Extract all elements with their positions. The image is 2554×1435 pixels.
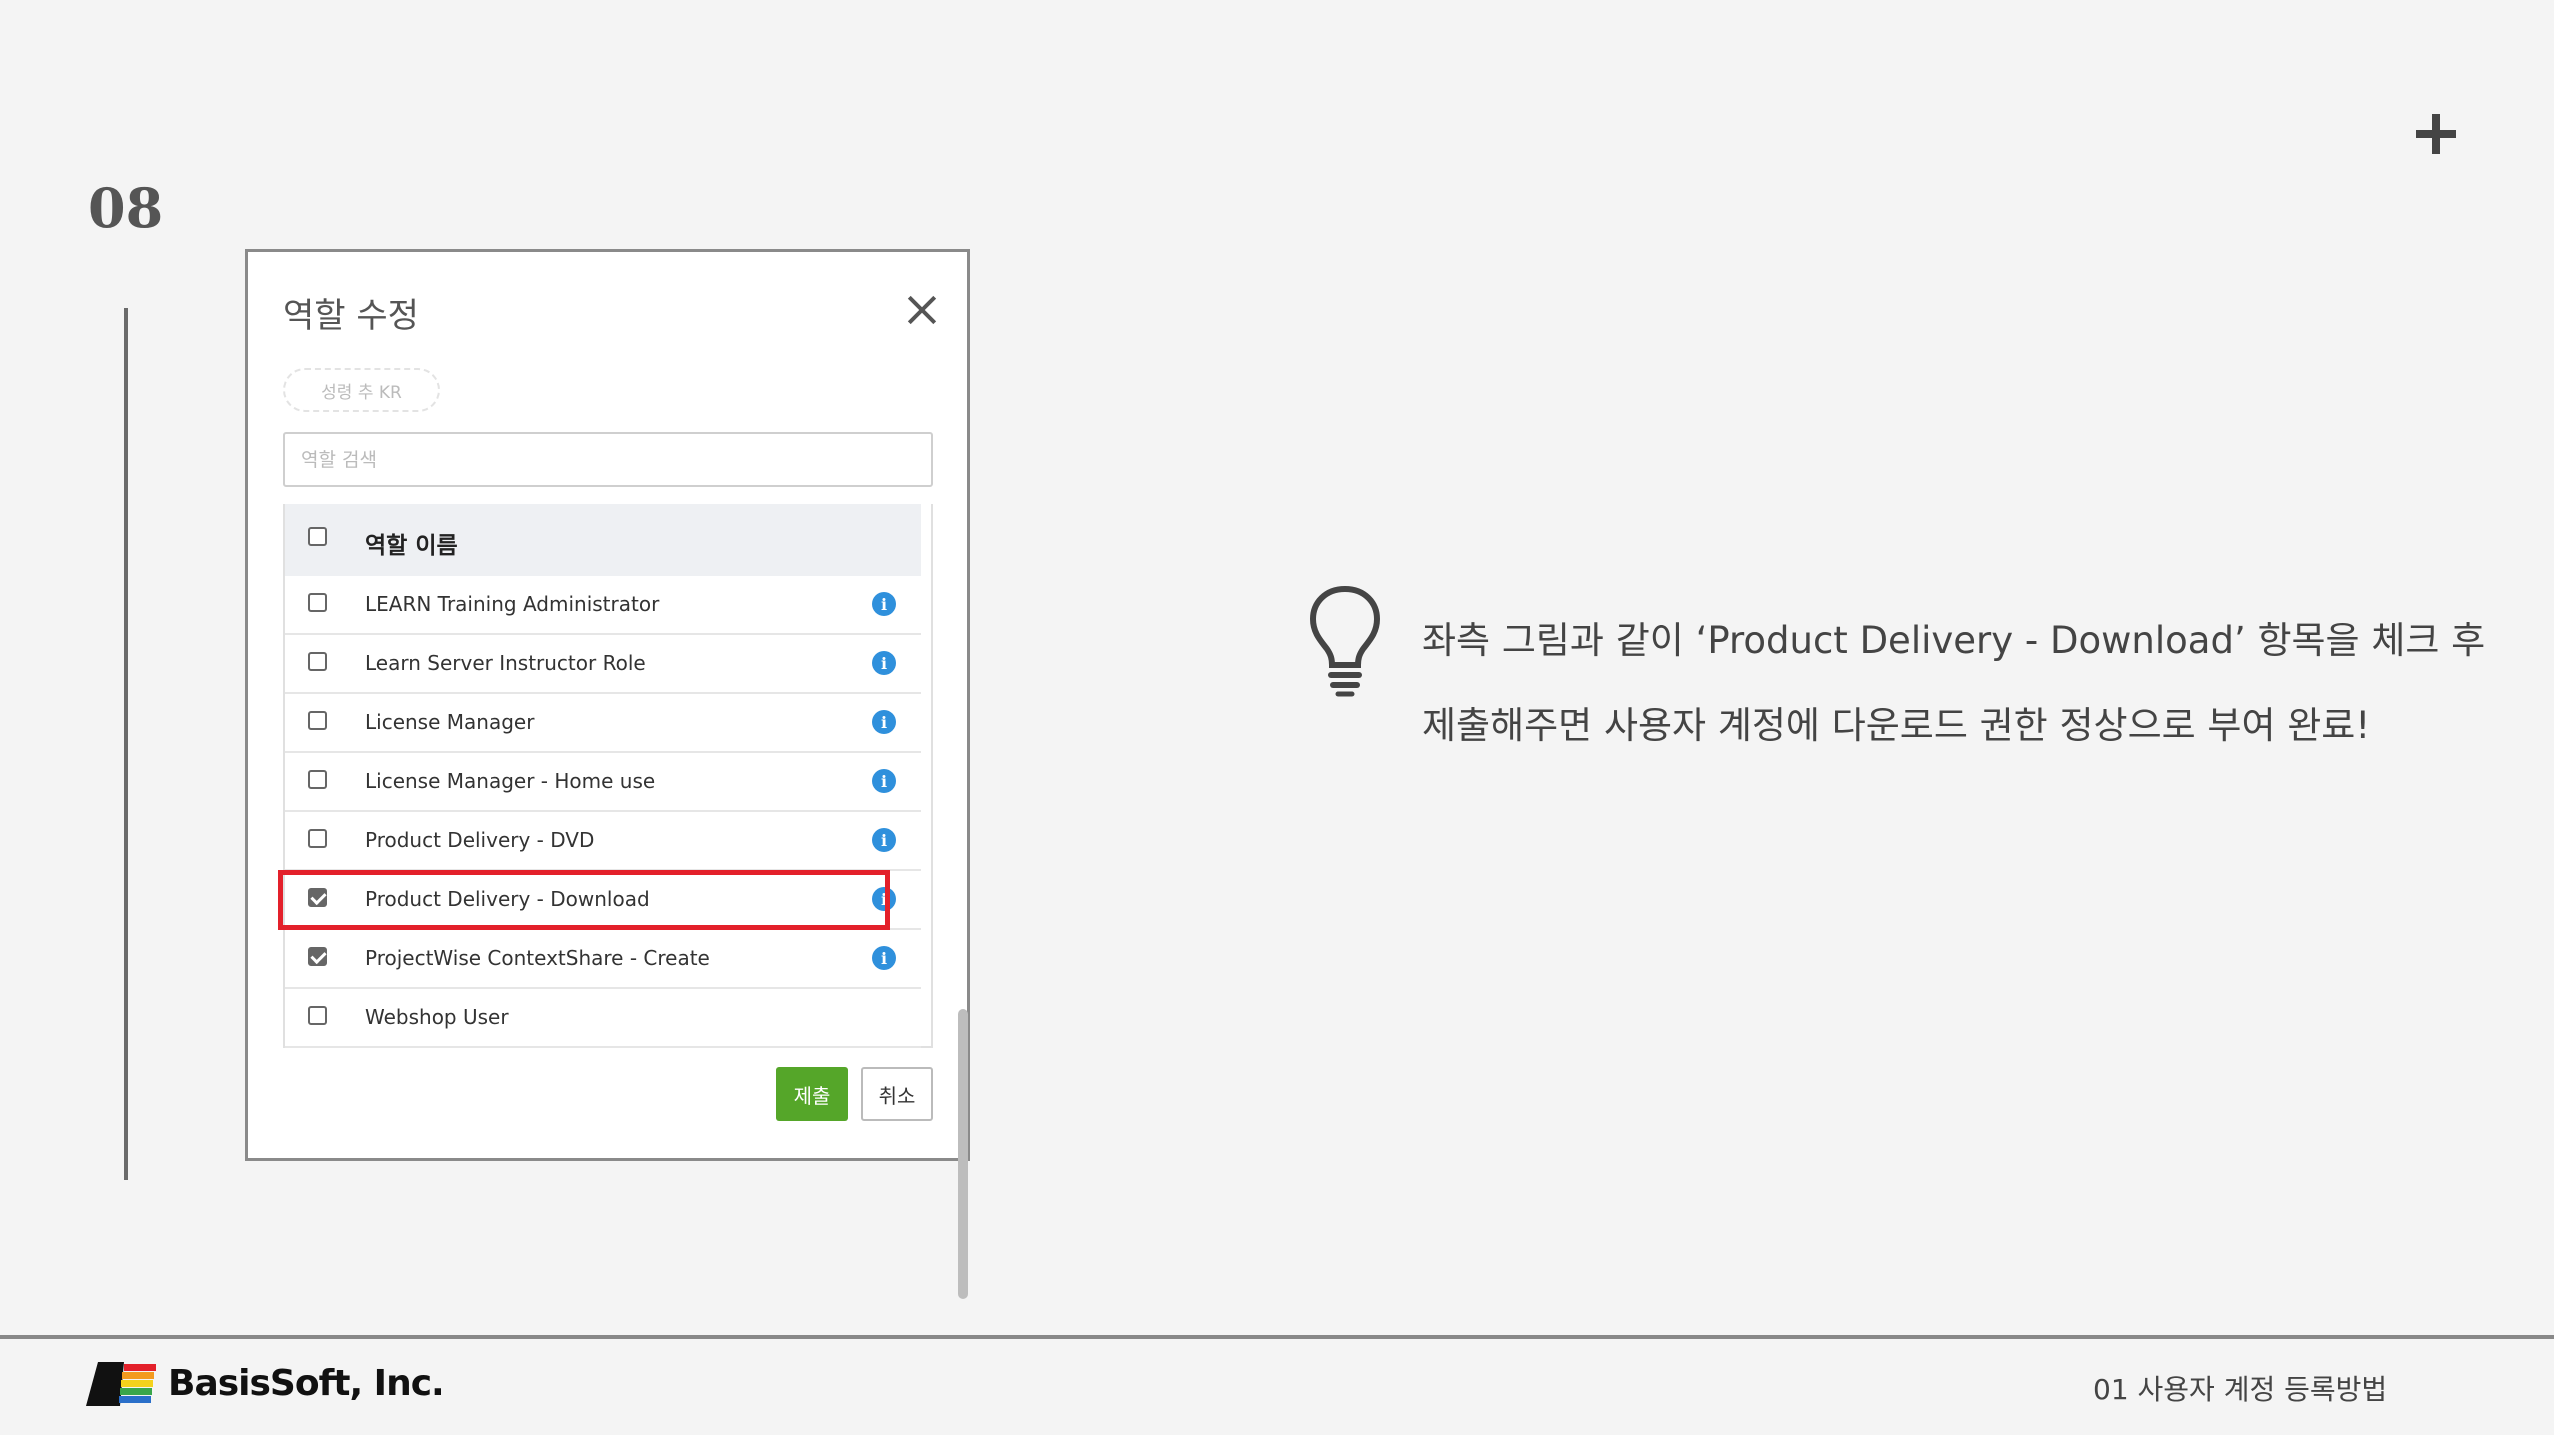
close-icon[interactable]: [906, 294, 938, 326]
role-label: Product Delivery - Download: [365, 887, 650, 911]
table-scrollbar[interactable]: [958, 1009, 968, 1299]
role-label: License Manager - Home use: [365, 769, 656, 793]
role-checkbox[interactable]: [308, 888, 327, 907]
footer-divider: [0, 1335, 2554, 1339]
role-row[interactable]: Learn Server Instructor Role i: [285, 635, 921, 694]
cancel-button[interactable]: 취소: [861, 1067, 933, 1121]
role-search-input[interactable]: [283, 432, 933, 487]
info-icon[interactable]: i: [872, 946, 896, 970]
select-all-checkbox[interactable]: [308, 527, 327, 546]
role-checkbox[interactable]: [308, 947, 327, 966]
role-row[interactable]: Product Delivery - Download i: [285, 871, 921, 930]
role-checkbox[interactable]: [308, 770, 327, 789]
edit-role-modal: 역할 수정 성령 추 KR 역할 이름 LEARN Training Admin…: [245, 249, 970, 1299]
role-checkbox[interactable]: [308, 1006, 327, 1025]
table-header: 역할 이름: [285, 504, 921, 576]
role-label: Webshop User: [365, 1005, 509, 1029]
role-label: LEARN Training Administrator: [365, 592, 660, 616]
role-row[interactable]: Product Delivery - DVD i: [285, 812, 921, 871]
section-title: 01 사용자 계정 등록방법: [2093, 1373, 2388, 1406]
column-header-role-name: 역할 이름: [365, 533, 458, 559]
note-line-2: 제출해주면 사용자 계정에 다운로드 권한 정상으로 부여 완료!: [1422, 704, 2371, 747]
role-row[interactable]: License Manager - Home use i: [285, 753, 921, 812]
plus-icon[interactable]: [2416, 114, 2456, 154]
role-checkbox[interactable]: [308, 829, 327, 848]
role-row[interactable]: Webshop User: [285, 989, 921, 1048]
role-row[interactable]: License Manager i: [285, 694, 921, 753]
info-icon[interactable]: i: [872, 592, 896, 616]
role-label: ProjectWise ContextShare - Create: [365, 946, 710, 970]
info-icon[interactable]: i: [872, 710, 896, 734]
note-line-1: 좌측 그림과 같이 ‘Product Delivery - Download’ …: [1422, 619, 2486, 662]
tag-chip[interactable]: 성령 추 KR: [283, 368, 440, 412]
info-icon[interactable]: i: [872, 887, 896, 911]
modal-title: 역할 수정: [283, 296, 419, 336]
role-label: License Manager: [365, 710, 535, 734]
info-icon[interactable]: i: [872, 769, 896, 793]
submit-button[interactable]: 제출: [776, 1067, 848, 1121]
vertical-divider: [124, 308, 128, 1180]
role-checkbox[interactable]: [308, 711, 327, 730]
info-icon[interactable]: i: [872, 651, 896, 675]
role-label: Learn Server Instructor Role: [365, 651, 646, 675]
company-logo-icon: [86, 1362, 156, 1406]
role-row[interactable]: ProjectWise ContextShare - Create i: [285, 930, 921, 989]
role-table: 역할 이름 LEARN Training Administrator i Learn…: [283, 504, 968, 1299]
lightbulb-icon: [1309, 585, 1381, 697]
role-checkbox[interactable]: [308, 652, 327, 671]
info-icon[interactable]: i: [872, 828, 896, 852]
slide-number: 08: [88, 176, 164, 240]
role-checkbox[interactable]: [308, 593, 327, 612]
role-label: Product Delivery - DVD: [365, 828, 595, 852]
company-name: BasisSoft, Inc.: [168, 1363, 445, 1404]
role-row[interactable]: LEARN Training Administrator i: [285, 576, 921, 635]
